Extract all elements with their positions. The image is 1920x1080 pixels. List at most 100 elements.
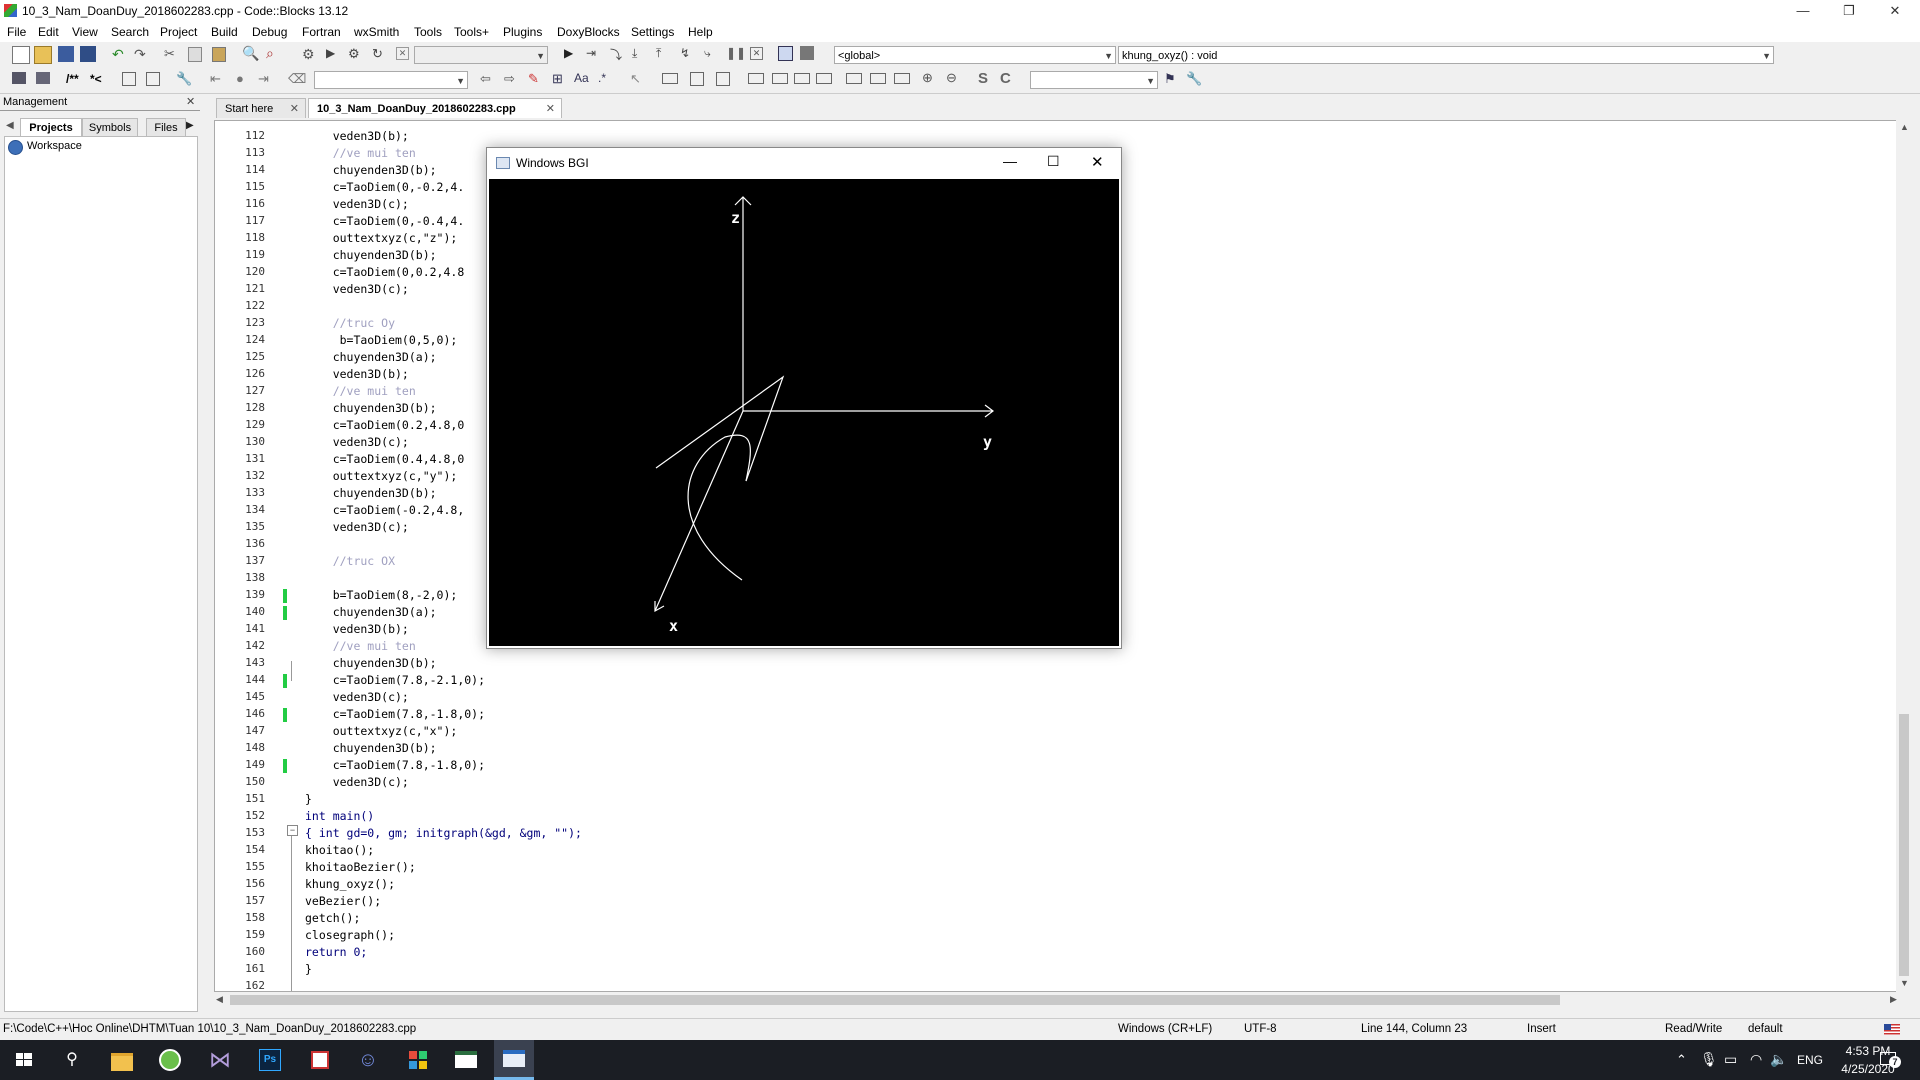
office-icon[interactable] [404, 1046, 432, 1074]
tab-close-icon[interactable]: ✕ [290, 99, 299, 119]
code-line[interactable]: veden3D(c); [305, 775, 409, 789]
code-line[interactable]: veden3D(c); [305, 282, 409, 296]
tabs-left-arrow-icon[interactable]: ◀ [6, 120, 14, 131]
code-line[interactable]: { int gd=0, gm; initgraph(&gd, &gm, ""); [305, 826, 582, 840]
menu-edit[interactable]: Edit [38, 25, 59, 39]
undo-icon[interactable]: ↶ [112, 46, 128, 62]
symbol-c-icon[interactable]: C [1000, 70, 1016, 87]
code-line[interactable]: veden3D(c); [305, 520, 409, 534]
rebuild-icon[interactable]: ↻ [372, 46, 388, 62]
scroll-left-icon[interactable]: ◀ [216, 994, 223, 1005]
code-line[interactable]: outtextxyz(c,"x"); [305, 724, 458, 738]
doxy-line-comment-icon[interactable]: *< [90, 72, 106, 88]
snipping-tool-icon[interactable] [306, 1046, 334, 1074]
build-gear-icon[interactable]: ⚙ [302, 46, 318, 62]
menu-tools[interactable]: Tools [414, 25, 442, 39]
wx-flexsizer-icon[interactable] [816, 73, 832, 84]
thesaurus-icon[interactable]: 🔧 [1186, 71, 1202, 87]
code-line[interactable]: //ve mui ten [305, 639, 416, 653]
wifi-icon[interactable]: ◠ [1750, 1051, 1762, 1068]
run-icon[interactable]: ▶ [326, 46, 342, 62]
bgi-title-bar[interactable]: Windows BGI — ☐ ✕ [487, 148, 1121, 179]
menu-build[interactable]: Build [211, 25, 238, 39]
code-line[interactable]: chuyenden3D(a); [305, 350, 437, 364]
symbol-s-icon[interactable]: S [978, 70, 994, 87]
zoom-out-icon[interactable]: ⊖ [946, 70, 962, 86]
code-line[interactable]: chuyenden3D(b); [305, 163, 437, 177]
zoom-in-icon[interactable]: ⊕ [922, 70, 938, 86]
code-line[interactable]: //ve mui ten [305, 146, 416, 160]
scope-combo[interactable]: <global> ▼ [834, 46, 1116, 64]
microphone-icon[interactable]: 🎙 [1700, 1051, 1718, 1068]
spell-combo[interactable]: ▼ [1030, 71, 1158, 89]
code-line[interactable]: c=TaoDiem(-0.2,4.8, [305, 503, 465, 517]
abort-icon[interactable]: ✕ [396, 47, 409, 60]
stop-debug-icon[interactable]: ✕ [750, 47, 763, 60]
tab-start-here[interactable]: Start here ✕ [216, 98, 306, 118]
code-line[interactable]: veden3D(b); [305, 622, 409, 636]
debug-windows-icon[interactable] [778, 46, 793, 61]
function-combo[interactable]: khung_oxyz() : void ▼ [1118, 46, 1774, 64]
wx-textctrl-icon[interactable] [870, 73, 886, 84]
bgi-taskbar-button[interactable] [494, 1040, 534, 1080]
terminal-window-icon[interactable] [452, 1046, 480, 1074]
copy-icon[interactable] [188, 47, 202, 62]
tab-symbols[interactable]: Symbols [82, 118, 138, 136]
code-line[interactable]: getch(); [305, 911, 360, 925]
bgi-minimize-button[interactable]: — [1003, 153, 1017, 169]
code-line[interactable]: c=TaoDiem(0.2,4.8,0 [305, 418, 465, 432]
menu-view[interactable]: View [72, 25, 98, 39]
code-line[interactable]: chuyenden3D(b); [305, 248, 437, 262]
menu-debug[interactable]: Debug [252, 25, 287, 39]
tab-close-icon[interactable]: ✕ [546, 99, 555, 119]
step-instruction-icon[interactable]: ⤷ [704, 46, 720, 62]
wx-frame-icon[interactable] [662, 73, 678, 84]
menu-search[interactable]: Search [111, 25, 149, 39]
vertical-scroll-thumb[interactable] [1899, 714, 1909, 976]
search-icon[interactable]: ⚲ [58, 1046, 86, 1074]
step-out-icon[interactable]: ⤒ [656, 46, 672, 62]
vertical-scrollbar[interactable]: ▲ ▼ [1896, 120, 1912, 992]
minimize-button[interactable]: — [1780, 0, 1826, 22]
menu-wxsmith[interactable]: wxSmith [354, 25, 399, 39]
code-line[interactable]: khoitaoBezier(); [305, 860, 416, 874]
tab-source-file[interactable]: 10_3_Nam_DoanDuy_2018602283.cpp ✕ [308, 98, 562, 118]
code-line[interactable]: veden3D(c); [305, 435, 409, 449]
wx-boxsizer-icon[interactable] [772, 73, 788, 84]
pause-icon[interactable]: ❚❚ [726, 46, 746, 62]
step-into-icon[interactable]: ⤓ [632, 46, 648, 62]
regex-icon[interactable]: .* [598, 71, 614, 87]
code-line[interactable]: chuyenden3D(b); [305, 656, 437, 670]
match-case-icon[interactable]: Aa [574, 71, 590, 87]
wx-checkbox-icon[interactable] [894, 73, 910, 84]
code-line[interactable]: outtextxyz(c,"z"); [305, 231, 458, 245]
next-instruction-icon[interactable]: ↯ [680, 46, 696, 62]
bgi-maximize-button[interactable]: ☐ [1047, 153, 1060, 170]
run-chm-icon[interactable] [146, 72, 160, 86]
code-line[interactable]: //truc OX [305, 554, 395, 568]
clear-search-icon[interactable]: ⌫ [288, 71, 306, 87]
redo-icon[interactable]: ↷ [134, 46, 150, 62]
wx-sizer-icon[interactable] [748, 73, 764, 84]
codeblocks-taskbar-icon[interactable] [156, 1046, 184, 1074]
tabs-right-arrow-icon[interactable]: ▶ [186, 120, 194, 131]
code-line[interactable]: khoitao(); [305, 843, 374, 857]
code-line[interactable]: } [305, 962, 312, 976]
code-line[interactable]: c=TaoDiem(0,-0.4,4. [305, 214, 465, 228]
code-line[interactable]: veden3D(b); [305, 367, 409, 381]
restore-button[interactable]: ❐ [1826, 0, 1872, 22]
wx-dialog-icon[interactable] [716, 72, 730, 86]
code-line[interactable]: closegraph(); [305, 928, 395, 942]
doxywizard-icon[interactable] [12, 72, 26, 84]
menu-tools-plus[interactable]: Tools+ [454, 25, 489, 39]
discord-icon[interactable]: ☺ [354, 1046, 382, 1074]
menu-file[interactable]: File [7, 25, 26, 39]
code-line[interactable]: veBezier(); [305, 894, 381, 908]
code-line[interactable]: veden3D(c); [305, 197, 409, 211]
input-language[interactable]: ENG [1797, 1053, 1823, 1067]
highlight-icon[interactable]: ✎ [528, 71, 544, 87]
tray-overflow-icon[interactable]: ⌃ [1676, 1052, 1687, 1068]
horizontal-scroll-thumb[interactable] [230, 995, 1560, 1005]
menu-doxyblocks[interactable]: DoxyBlocks [557, 25, 620, 39]
code-line[interactable]: b=TaoDiem(8,-2,0); [305, 588, 458, 602]
